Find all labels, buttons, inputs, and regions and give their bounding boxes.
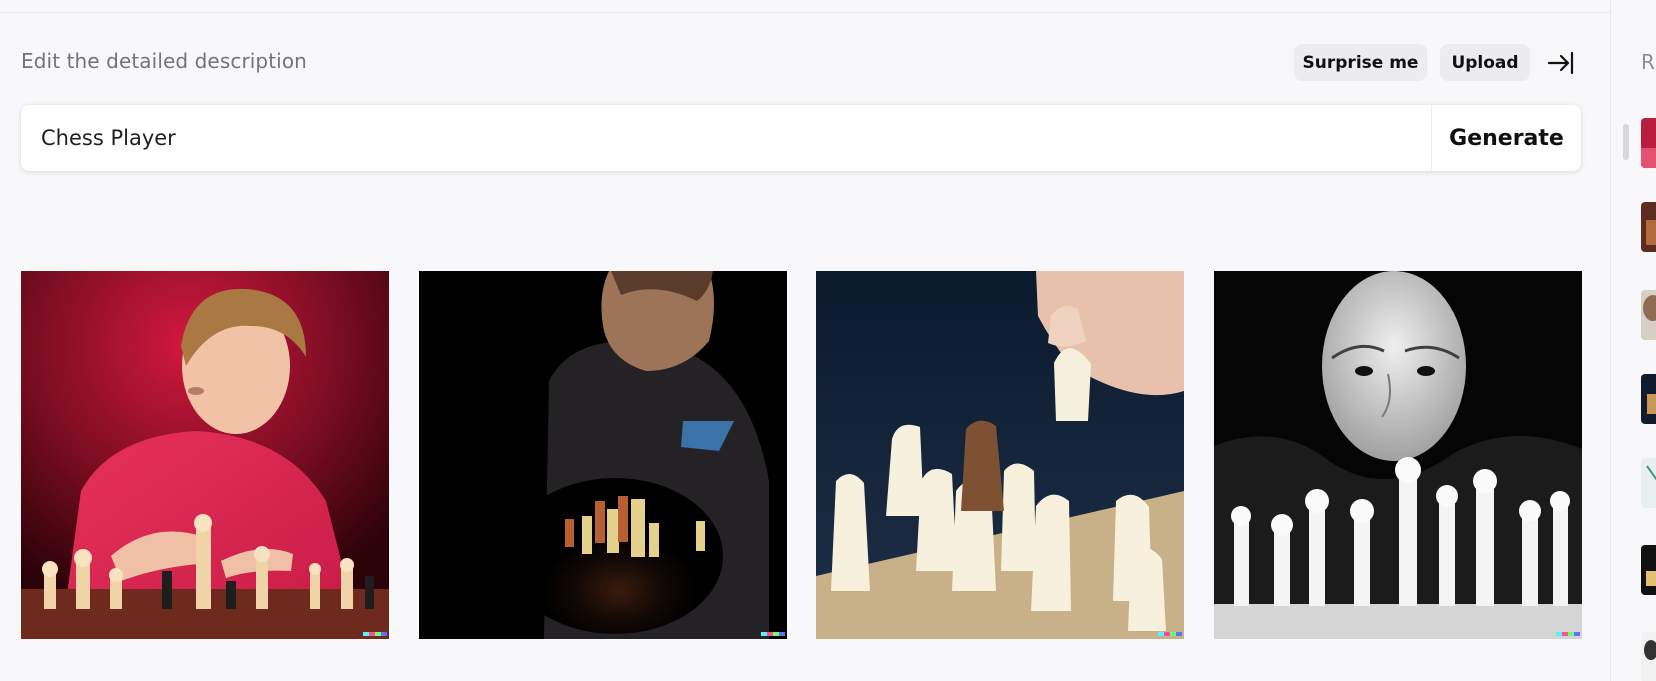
surprise-me-button[interactable]: Surprise me xyxy=(1294,44,1427,81)
chess-player-red-shirt-image[interactable] xyxy=(21,271,389,639)
recent-thumbnail-4[interactable] xyxy=(1641,374,1656,424)
prompt-box: Generate xyxy=(21,105,1581,171)
recent-sidebar-title: R xyxy=(1641,50,1655,74)
sidebar-scrollbar[interactable] xyxy=(1623,124,1629,160)
recent-thumbnail-1[interactable] xyxy=(1641,118,1656,168)
chess-player-black-white-portrait-image[interactable] xyxy=(1214,271,1582,639)
prompt-input[interactable] xyxy=(21,105,1431,171)
recent-thumbnail-2[interactable] xyxy=(1641,202,1656,252)
recent-thumbnail-3[interactable] xyxy=(1641,290,1656,340)
recent-thumbnail-7[interactable] xyxy=(1641,632,1656,681)
recent-thumbnail-5[interactable] xyxy=(1641,458,1656,508)
generate-button[interactable]: Generate xyxy=(1432,105,1581,171)
chess-hand-white-pieces-image[interactable] xyxy=(816,271,1184,639)
upload-button[interactable]: Upload xyxy=(1440,44,1530,81)
recent-sidebar: R xyxy=(1610,0,1656,681)
chess-player-black-shirt-image[interactable] xyxy=(419,271,787,639)
page: Edit the detailed description Surprise m… xyxy=(0,0,1656,681)
recent-thumbnail-6[interactable] xyxy=(1641,545,1656,595)
collapse-right-icon[interactable] xyxy=(1546,49,1576,77)
main-panel: Edit the detailed description Surprise m… xyxy=(0,0,1610,681)
prompt-label: Edit the detailed description xyxy=(21,49,307,73)
